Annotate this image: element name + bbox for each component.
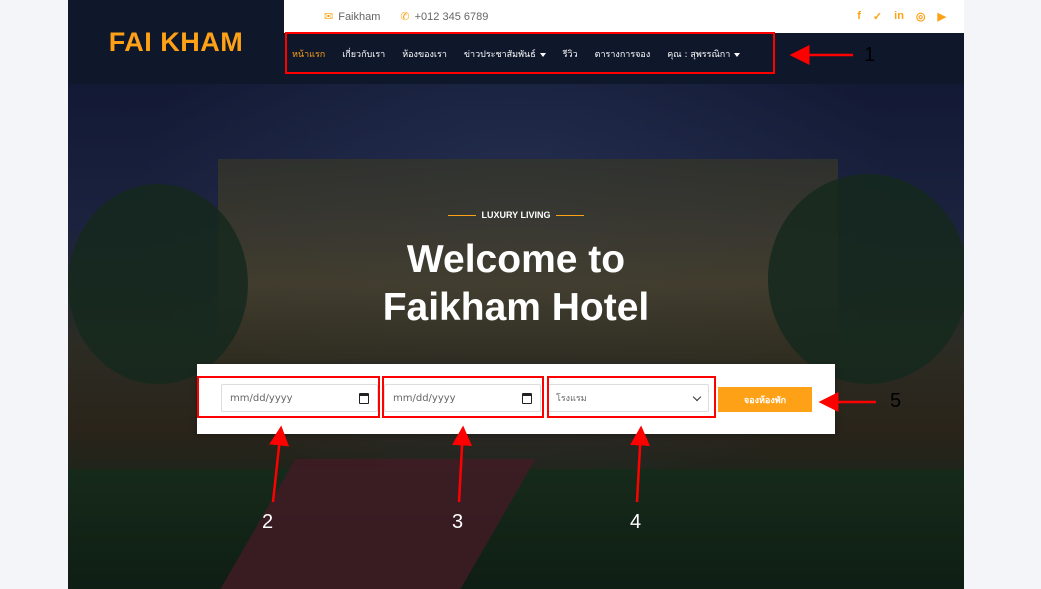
annotation-number-2: 2: [262, 511, 274, 533]
annotation-arrows: [269, 45, 876, 503]
annotation-number-4: 4: [630, 511, 642, 533]
annotation-number-5: 5: [890, 390, 902, 412]
annotation-number-3: 3: [452, 511, 464, 533]
annotation-number-1: 1: [864, 44, 876, 66]
